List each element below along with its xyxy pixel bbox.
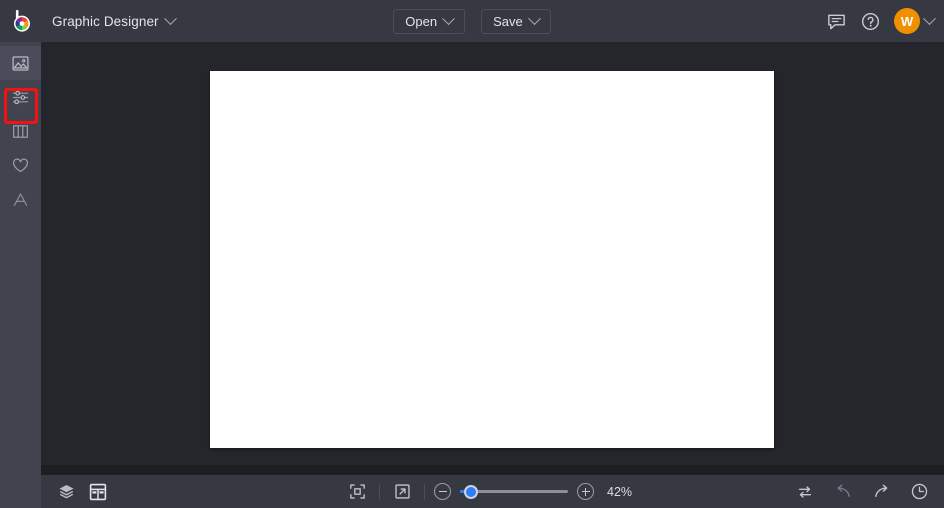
sidebar-item-favorites[interactable]: [0, 148, 41, 182]
help-button[interactable]: [860, 11, 881, 32]
save-button-label: Save: [493, 13, 523, 29]
avatar: W: [894, 8, 920, 34]
left-tool-sidebar: [0, 42, 41, 508]
compare-button[interactable]: [792, 480, 818, 504]
chevron-down-icon: [163, 11, 177, 25]
plus-circle-icon-vertical: [584, 487, 587, 496]
open-button-label: Open: [405, 13, 438, 29]
bepic-color-wheel-logo-icon: [14, 9, 30, 32]
fullscreen-button[interactable]: [389, 480, 415, 504]
panel-layout-icon: [89, 483, 107, 500]
canvas-workspace[interactable]: [41, 42, 944, 465]
app-title-label: Graphic Designer: [52, 13, 159, 29]
user-account-menu[interactable]: W: [894, 8, 936, 34]
chevron-down-icon: [442, 11, 455, 25]
sliders-icon: [12, 90, 29, 104]
save-button[interactable]: Save: [481, 8, 551, 34]
fit-to-screen-button[interactable]: [344, 480, 370, 504]
columns-icon: [13, 124, 28, 138]
zoom-in-button[interactable]: [577, 483, 594, 500]
swap-arrows-icon: [798, 485, 812, 498]
sidebar-item-adjust[interactable]: [0, 80, 41, 114]
feedback-button[interactable]: [826, 11, 847, 32]
chat-bubble-icon: [828, 14, 845, 29]
bottom-right-controls: [792, 480, 932, 504]
layers-icon: [58, 485, 74, 499]
horizontal-scrollbar[interactable]: [41, 465, 944, 475]
sidebar-item-columns[interactable]: [0, 114, 41, 148]
sidebar-item-text[interactable]: [0, 182, 41, 216]
zoom-level-label: 42%: [607, 484, 633, 499]
top-header-bar: Graphic Designer Open Save W: [0, 0, 944, 42]
sidebar-item-image[interactable]: [0, 46, 41, 80]
zoom-slider[interactable]: [460, 484, 568, 499]
redo-arrow-icon: [874, 484, 887, 497]
help-circle-icon: [861, 12, 880, 30]
divider: [379, 483, 380, 500]
panel-layout-button[interactable]: [85, 480, 111, 504]
undo-arrow-icon: [837, 484, 850, 497]
header-right-actions: W: [826, 0, 936, 42]
image-icon: [12, 55, 29, 71]
chevron-down-icon: [527, 11, 541, 25]
redo-button[interactable]: [868, 480, 894, 504]
layers-button[interactable]: [53, 480, 79, 504]
app-root: Graphic Designer Open Save W 42%: [0, 0, 944, 508]
history-button[interactable]: [906, 480, 932, 504]
chevron-down-icon: [923, 11, 936, 25]
bottom-toolbar: 42%: [41, 475, 944, 508]
zoom-out-button[interactable]: [434, 483, 451, 500]
canvas-page[interactable]: [210, 71, 774, 448]
open-button[interactable]: Open: [393, 8, 466, 34]
expand-arrow-icon: [394, 484, 410, 499]
undo-button[interactable]: [830, 480, 856, 504]
app-title-dropdown[interactable]: Graphic Designer: [46, 8, 181, 34]
app-logo[interactable]: [0, 0, 42, 42]
text-a-icon: [13, 192, 28, 206]
bottom-left-controls: [41, 480, 111, 504]
minus-circle-icon: [438, 490, 447, 493]
zoom-slider-handle[interactable]: [464, 484, 478, 499]
divider: [424, 483, 425, 500]
heart-icon: [13, 158, 28, 172]
fit-to-screen-icon: [349, 484, 365, 499]
clock-history-icon: [911, 483, 927, 500]
